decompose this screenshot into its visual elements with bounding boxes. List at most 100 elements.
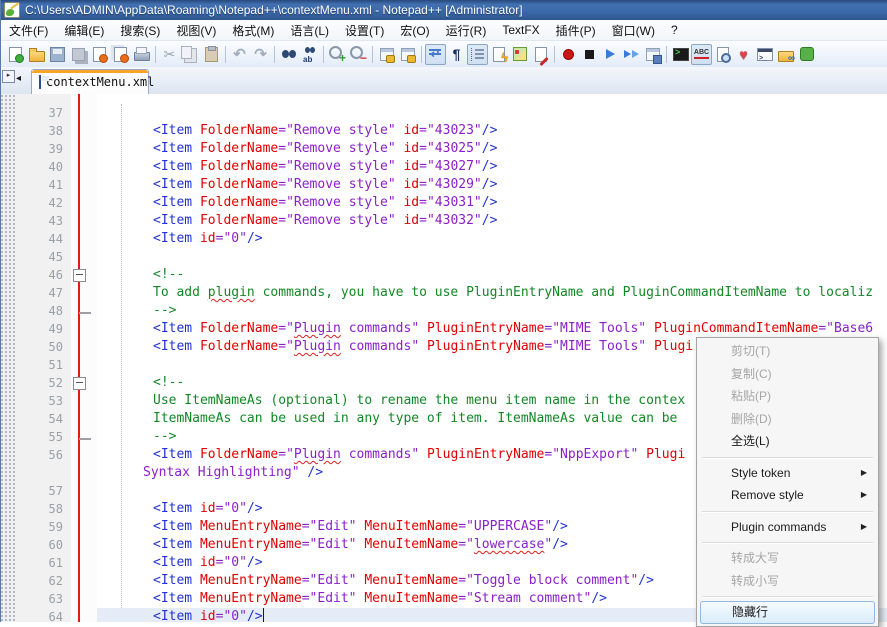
macro-play-icon[interactable] <box>600 44 621 65</box>
macro-save-icon[interactable] <box>642 44 663 65</box>
menubar-item-textfx[interactable]: TextFX <box>494 21 547 39</box>
compare-heart-icon[interactable] <box>733 44 754 65</box>
toolbar-separator <box>666 46 667 63</box>
code-line-49[interactable]: <Item FolderName="Plugin commands" Plugi… <box>121 320 887 338</box>
menubar-item-file[interactable]: 文件(F) <box>1 20 56 41</box>
context-menu-item-hide-lines[interactable]: 隐藏行 <box>700 601 875 624</box>
code-segment: <Item <box>153 177 200 192</box>
fold-collapse-box[interactable] <box>73 269 86 282</box>
code-segment: =" <box>458 537 474 552</box>
code-line-43[interactable]: <Item FolderName="Remove style" id="4303… <box>121 212 887 230</box>
code-line-37[interactable] <box>121 104 887 122</box>
paste-icon[interactable] <box>201 44 222 65</box>
cut-icon[interactable] <box>159 44 180 65</box>
menubar-item-language[interactable]: 语言(L) <box>282 20 337 41</box>
save-icon[interactable] <box>47 44 68 65</box>
tab-scroll-button[interactable]: ▸ <box>2 70 15 83</box>
menubar-item-plugins[interactable]: 插件(P) <box>548 20 604 41</box>
misspelled-word: lowercase <box>474 537 544 552</box>
fold-collapse-box[interactable] <box>73 377 86 390</box>
word-wrap-icon[interactable] <box>425 44 446 65</box>
context-menu-item-style-token[interactable]: Style token▶ <box>699 462 876 485</box>
code-segment: PluginEntryName <box>427 321 544 336</box>
code-line-38[interactable]: <Item FolderName="Remove style" id="4302… <box>121 122 887 140</box>
code-line-42[interactable]: <Item FolderName="Remove style" id="4303… <box>121 194 887 212</box>
code-segment: id <box>403 141 419 156</box>
misspelled-word: Plugin <box>294 447 341 462</box>
indent-guide-icon[interactable] <box>467 44 488 65</box>
doc-map-icon[interactable] <box>509 44 530 65</box>
code-line-46[interactable]: <!-- <box>121 266 887 284</box>
zoom-in-icon[interactable] <box>327 44 348 65</box>
menubar-item-run[interactable]: 运行(R) <box>438 20 495 41</box>
submenu-arrow-icon: ▶ <box>861 516 867 539</box>
code-line-48[interactable]: --> <box>121 302 887 320</box>
macro-stop-icon[interactable] <box>579 44 600 65</box>
sync-h-icon[interactable] <box>397 44 418 65</box>
macro-play-multi-icon[interactable] <box>621 44 642 65</box>
edit-marker-icon[interactable] <box>530 44 551 65</box>
new-file-icon[interactable] <box>5 44 26 65</box>
plugin-edge-icon[interactable] <box>796 44 817 65</box>
close-icon[interactable] <box>89 44 110 65</box>
menubar-item-search[interactable]: 搜索(S) <box>112 20 168 41</box>
code-line-45[interactable] <box>121 248 887 266</box>
close-all-icon[interactable] <box>110 44 131 65</box>
code-segment: id <box>403 123 419 138</box>
doc-search-icon[interactable] <box>712 44 733 65</box>
fold-margin[interactable] <box>71 94 97 622</box>
menubar-item-encoding[interactable]: 格式(M) <box>224 20 282 41</box>
menubar-item-edit[interactable]: 编辑(E) <box>56 20 112 41</box>
find-icon[interactable] <box>278 44 299 65</box>
context-menu-item-select-all[interactable]: 全选(L) <box>699 430 876 453</box>
copy-icon[interactable] <box>180 44 201 65</box>
tab-bar: ▸ ◂ contextMenu.xml <box>1 67 887 95</box>
folder-workspace-icon[interactable] <box>775 44 796 65</box>
sync-v-icon[interactable] <box>376 44 397 65</box>
open-icon[interactable] <box>26 44 47 65</box>
dock-grip[interactable] <box>1 94 16 622</box>
code-line-47[interactable]: To add plugin commands, you have to use … <box>121 284 887 302</box>
macro-record-icon[interactable] <box>558 44 579 65</box>
terminal-icon[interactable] <box>754 44 775 65</box>
zoom-out-icon[interactable] <box>348 44 369 65</box>
function-lightning-icon[interactable] <box>488 44 509 65</box>
undo-icon[interactable] <box>229 44 250 65</box>
code-line-40[interactable]: <Item FolderName="Remove style" id="4302… <box>121 158 887 176</box>
menubar-item-help[interactable]: ? <box>663 21 686 39</box>
code-segment: FolderName <box>200 159 278 174</box>
saved-disk-icon <box>39 75 41 89</box>
context-menu-item-plugin-commands[interactable]: Plugin commands▶ <box>699 516 876 539</box>
print-icon[interactable] <box>131 44 152 65</box>
replace-icon[interactable] <box>299 44 320 65</box>
code-segment: ="Remove style" <box>278 213 395 228</box>
redo-icon[interactable] <box>250 44 271 65</box>
text-caret <box>263 608 264 622</box>
code-segment: id <box>403 195 419 210</box>
doc-list-arrow-icon[interactable]: ◂ <box>16 73 21 84</box>
code-line-41[interactable]: <Item FolderName="Remove style" id="4302… <box>121 176 887 194</box>
plugin-console-icon[interactable] <box>670 44 691 65</box>
show-all-chars-icon[interactable] <box>446 44 467 65</box>
menubar-item-view[interactable]: 视图(V) <box>168 20 224 41</box>
menubar-item-window[interactable]: 窗口(W) <box>604 20 663 41</box>
menubar-item-macro[interactable]: 宏(O) <box>392 20 437 41</box>
line-number: 37 <box>15 104 63 122</box>
code-line-39[interactable]: <Item FolderName="Remove style" id="4302… <box>121 140 887 158</box>
save-all-icon[interactable] <box>68 44 89 65</box>
tab-contextmenu-xml[interactable]: contextMenu.xml <box>31 69 149 94</box>
spell-check-icon[interactable] <box>691 44 712 65</box>
code-line-44[interactable]: <Item id="0"/> <box>121 230 887 248</box>
menubar-item-settings[interactable]: 设置(T) <box>337 20 392 41</box>
code-segment: /> <box>482 159 498 174</box>
notepad-plus-plus-window: C:\Users\ADMIN\AppData\Roaming\Notepad++… <box>0 0 887 622</box>
toolbar-separator <box>421 46 422 63</box>
code-segment: /> <box>247 231 263 246</box>
code-segment: MenuEntryName <box>200 519 302 534</box>
code-segment: ="43029" <box>419 177 482 192</box>
context-menu-item-remove-style[interactable]: Remove style▶ <box>699 484 876 507</box>
code-segment: /> <box>482 141 498 156</box>
code-segment: ="43025" <box>419 141 482 156</box>
code-segment: commands" <box>341 339 419 354</box>
toolbar <box>1 41 887 68</box>
